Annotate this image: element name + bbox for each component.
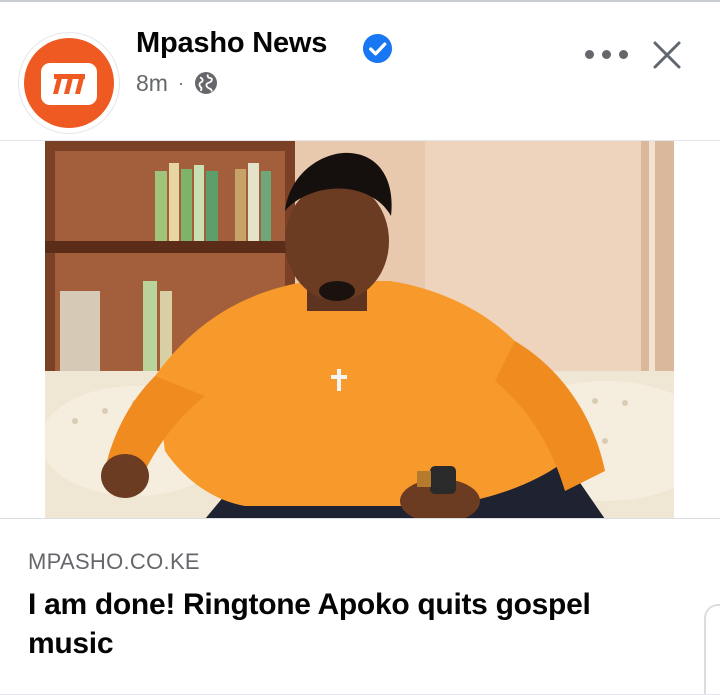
more-options-icon[interactable] (583, 38, 631, 70)
close-icon[interactable] (650, 38, 684, 72)
article-photo[interactable] (45, 141, 674, 518)
feed-post: Mpasho News 8m · MPASHO.CO.KE I am done!… (0, 0, 720, 695)
more-dot (619, 50, 628, 59)
page-name[interactable]: Mpasho News (136, 27, 327, 60)
page-avatar[interactable] (18, 32, 120, 134)
globe-icon[interactable] (194, 71, 218, 95)
post-image-frame[interactable] (0, 140, 720, 518)
link-preview[interactable]: MPASHO.CO.KE I am done! Ringtone Apoko q… (0, 518, 720, 695)
logo-badge (41, 63, 97, 105)
link-title[interactable]: I am done! Ringtone Apoko quits gospel m… (28, 585, 668, 663)
mpasho-logo-icon (24, 38, 114, 128)
logo-glyph-icon (53, 74, 85, 94)
link-domain: MPASHO.CO.KE (28, 549, 200, 574)
comment-panel-edge (704, 604, 720, 695)
verified-badge-icon (362, 33, 393, 64)
more-dot (602, 50, 611, 59)
meta-separator: · (177, 72, 184, 93)
post-timestamp[interactable]: 8m (136, 70, 168, 97)
more-dot (585, 50, 594, 59)
post-meta: 8m · (136, 68, 218, 98)
post-header: Mpasho News 8m · (0, 2, 720, 140)
